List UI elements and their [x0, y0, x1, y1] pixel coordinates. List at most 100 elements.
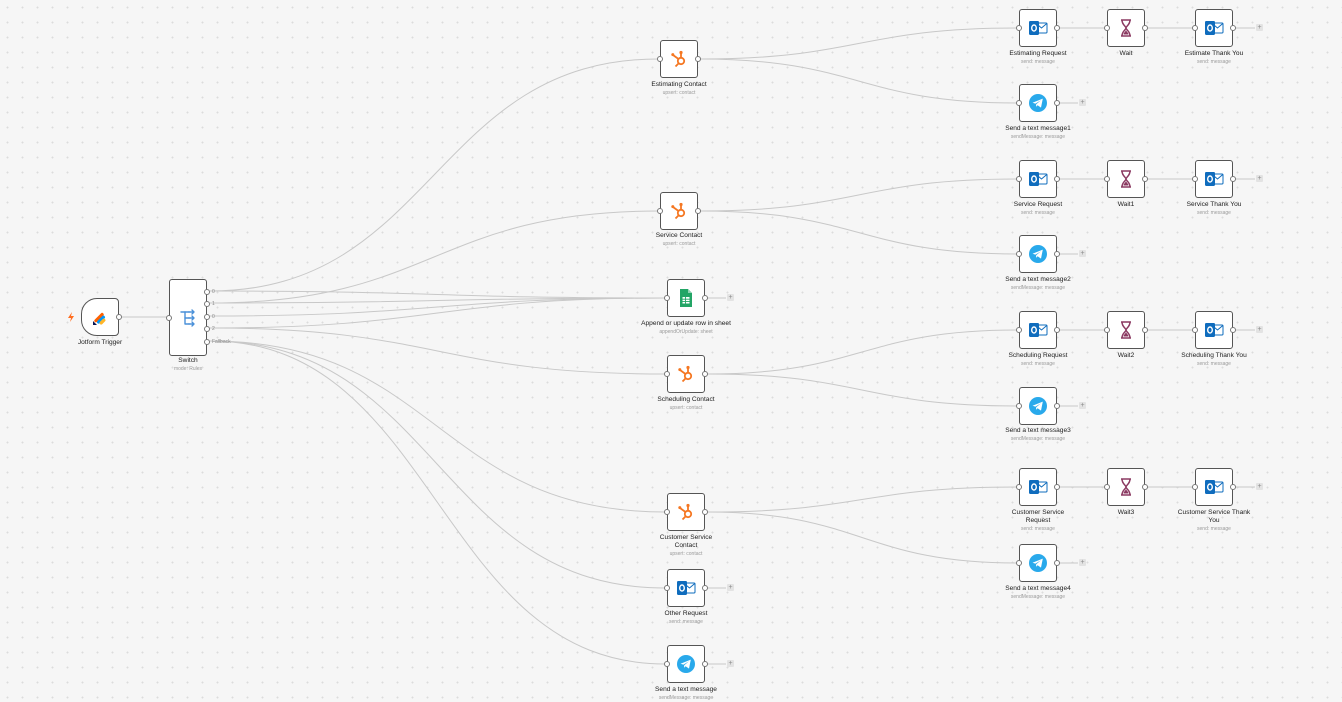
input-port[interactable]: [664, 295, 670, 301]
add-node-button[interactable]: +: [1256, 24, 1263, 31]
node-send-text-message1[interactable]: [1016, 84, 1060, 122]
input-port[interactable]: [1192, 484, 1198, 490]
add-node-button[interactable]: +: [1256, 483, 1263, 490]
output-port[interactable]: [1054, 100, 1060, 106]
input-port[interactable]: [1016, 25, 1022, 31]
add-node-button[interactable]: +: [727, 584, 734, 591]
node-scheduling-contact[interactable]: [664, 355, 708, 393]
node-customer-service-contact[interactable]: [664, 493, 708, 531]
add-node-button[interactable]: +: [1079, 402, 1086, 409]
edge-switch-sheet-2[interactable]: [209, 297, 666, 317]
output-port[interactable]: [702, 585, 708, 591]
input-port[interactable]: [1192, 176, 1198, 182]
output-port[interactable]: [1054, 327, 1060, 333]
node-wait3[interactable]: [1104, 468, 1148, 506]
edge-switch-service[interactable]: [209, 210, 659, 304]
output-port[interactable]: [1054, 251, 1060, 257]
output-port[interactable]: [702, 371, 708, 377]
edge-cs-text[interactable]: [706, 511, 1018, 564]
input-port[interactable]: [1192, 25, 1198, 31]
node-estimating-contact[interactable]: [657, 40, 701, 78]
edge-svc-request[interactable]: [699, 178, 1018, 212]
node-scheduling-request[interactable]: [1016, 311, 1060, 349]
edge-sch-request[interactable]: [706, 329, 1018, 375]
workflow-canvas[interactable]: Jotform Trigger 0 1 0 2 Fallback Switch …: [0, 0, 1342, 701]
input-port[interactable]: [1104, 176, 1110, 182]
add-node-button[interactable]: +: [727, 294, 734, 301]
node-estimate-thank-you[interactable]: [1192, 9, 1236, 47]
input-port[interactable]: [1016, 403, 1022, 409]
input-port[interactable]: [664, 585, 670, 591]
output-port[interactable]: [1054, 176, 1060, 182]
output-port[interactable]: [116, 314, 122, 320]
node-wait[interactable]: [1104, 9, 1148, 47]
output-port[interactable]: [1142, 484, 1148, 490]
add-node-button[interactable]: +: [727, 660, 734, 667]
output-port[interactable]: [1054, 484, 1060, 490]
input-port[interactable]: [657, 56, 663, 62]
add-node-button[interactable]: +: [1256, 175, 1263, 182]
input-port[interactable]: [1016, 560, 1022, 566]
output-port[interactable]: [702, 509, 708, 515]
output-port[interactable]: [1230, 176, 1236, 182]
input-port[interactable]: [1016, 251, 1022, 257]
node-customer-service-thank-you[interactable]: [1192, 468, 1236, 506]
node-other-request[interactable]: [664, 569, 708, 607]
input-port[interactable]: [664, 371, 670, 377]
node-jotform-trigger[interactable]: [81, 298, 122, 336]
edge-switch-scheduling[interactable]: [209, 327, 666, 375]
output-port-0[interactable]: [204, 289, 210, 295]
node-append-row[interactable]: [664, 279, 708, 317]
input-port[interactable]: [1016, 327, 1022, 333]
output-port[interactable]: [1142, 327, 1148, 333]
node-switch[interactable]: [166, 279, 210, 356]
output-port[interactable]: [1054, 560, 1060, 566]
node-send-text-message[interactable]: [664, 645, 708, 683]
input-port[interactable]: [1104, 484, 1110, 490]
edge-switch-sheet-3[interactable]: [209, 297, 666, 329]
output-port[interactable]: [1054, 25, 1060, 31]
node-wait2[interactable]: [1104, 311, 1148, 349]
input-port[interactable]: [1016, 484, 1022, 490]
node-estimating-request[interactable]: [1016, 9, 1060, 47]
edge-est-text[interactable]: [699, 58, 1018, 104]
node-send-text-message3[interactable]: [1016, 387, 1060, 425]
output-port[interactable]: [1142, 25, 1148, 31]
add-node-button[interactable]: +: [1079, 250, 1086, 257]
node-service-thank-you[interactable]: [1192, 160, 1236, 198]
edge-switch-sheet-0[interactable]: [209, 290, 666, 299]
output-port[interactable]: [1230, 327, 1236, 333]
output-port[interactable]: [1054, 403, 1060, 409]
input-port[interactable]: [664, 509, 670, 515]
node-service-contact[interactable]: [657, 192, 701, 230]
output-port[interactable]: [702, 295, 708, 301]
output-port-fallback[interactable]: [204, 339, 210, 345]
edge-sch-text[interactable]: [706, 373, 1018, 407]
output-port-1[interactable]: [204, 301, 210, 307]
edge-svc-text[interactable]: [699, 210, 1018, 255]
output-port-3[interactable]: [204, 326, 210, 332]
input-port[interactable]: [1016, 176, 1022, 182]
node-wait1[interactable]: [1104, 160, 1148, 198]
edge-est-request[interactable]: [699, 27, 1018, 60]
edge-switch-other-request[interactable]: [209, 340, 666, 589]
node-send-text-message4[interactable]: [1016, 544, 1060, 582]
output-port[interactable]: [702, 661, 708, 667]
output-port[interactable]: [695, 208, 701, 214]
edge-switch-estimating[interactable]: [209, 58, 659, 292]
add-node-button[interactable]: +: [1079, 99, 1086, 106]
edge-cs-request[interactable]: [706, 486, 1018, 513]
input-port[interactable]: [1016, 100, 1022, 106]
node-service-request[interactable]: [1016, 160, 1060, 198]
node-customer-service-request[interactable]: [1016, 468, 1060, 506]
output-port[interactable]: [1142, 176, 1148, 182]
input-port[interactable]: [166, 315, 172, 321]
output-port-2[interactable]: [204, 314, 210, 320]
output-port[interactable]: [1230, 25, 1236, 31]
output-port[interactable]: [695, 56, 701, 62]
input-port[interactable]: [657, 208, 663, 214]
edge-switch-send-text[interactable]: [209, 340, 666, 665]
node-scheduling-thank-you[interactable]: [1192, 311, 1236, 349]
node-send-text-message2[interactable]: [1016, 235, 1060, 273]
add-node-button[interactable]: +: [1256, 326, 1263, 333]
